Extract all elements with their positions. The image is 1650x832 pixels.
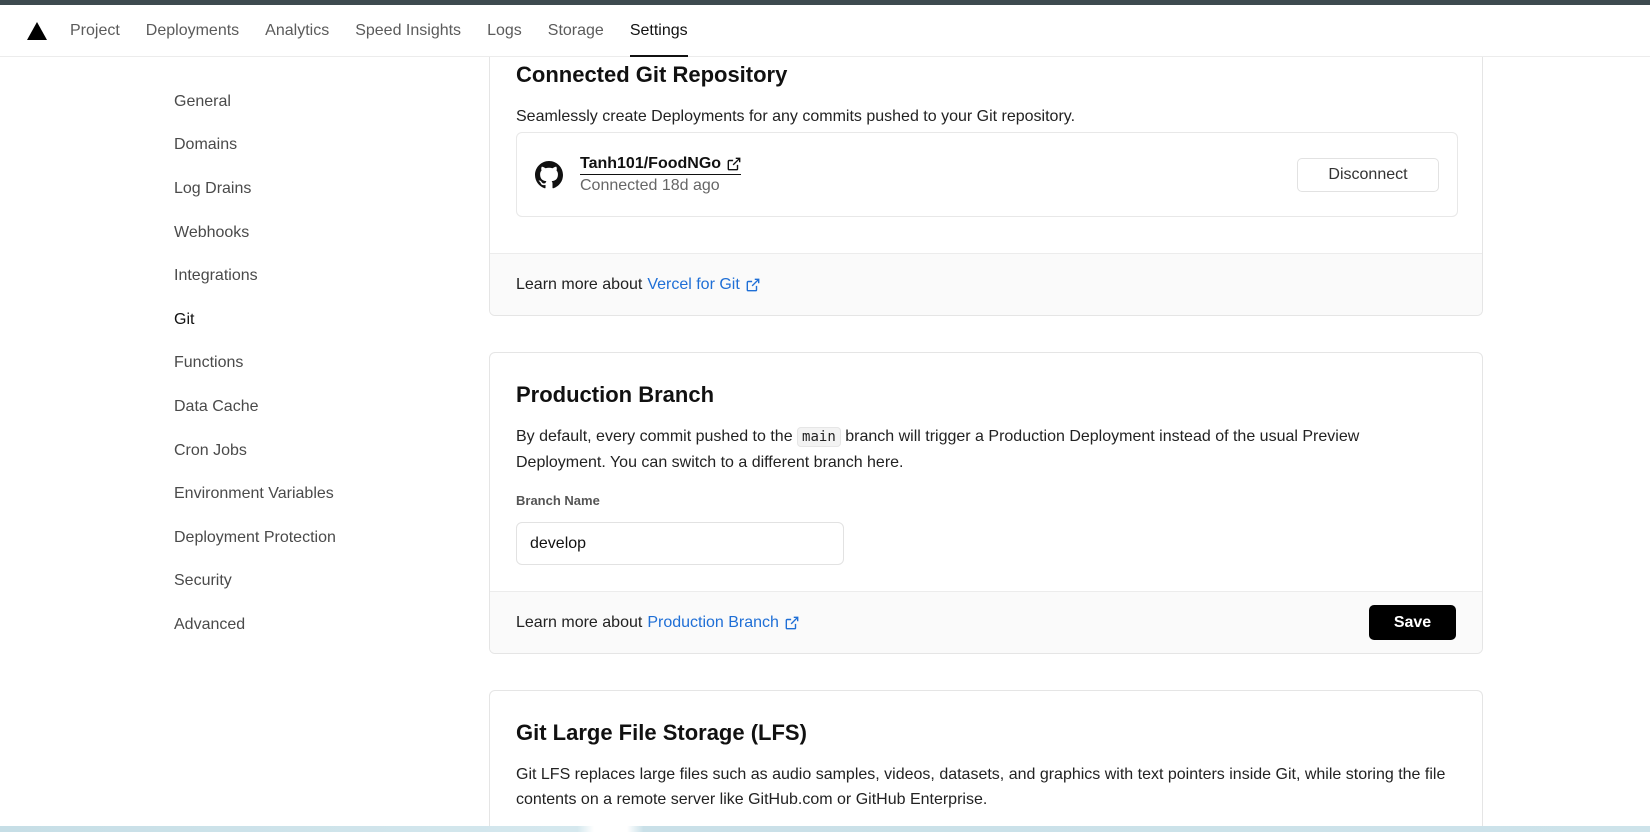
sidebar-item-integrations[interactable]: Integrations <box>174 254 434 298</box>
section-description: Seamlessly create Deployments for any co… <box>516 108 1076 125</box>
sidebar-item-git[interactable]: Git <box>174 298 434 342</box>
production-branch-card: Production Branch By default, every comm… <box>489 352 1483 654</box>
repo-name-text: Tanh101/FoodNGo <box>580 154 722 172</box>
sidebar-item-environment-variables[interactable]: Environment Variables <box>174 472 434 516</box>
top-navigation: Project Deployments Analytics Speed Insi… <box>0 5 1650 57</box>
section-description: By default, every commit pushed to the m… <box>516 424 1416 475</box>
sidebar-item-data-cache[interactable]: Data Cache <box>174 385 434 429</box>
external-link-icon <box>727 157 741 170</box>
disconnect-button[interactable]: Disconnect <box>1297 157 1439 192</box>
tab-project[interactable]: Project <box>70 5 120 57</box>
default-branch-code: main <box>797 427 841 447</box>
production-branch-link[interactable]: Production Branch <box>647 614 799 632</box>
sidebar-item-general[interactable]: General <box>174 80 434 124</box>
sidebar-item-domains[interactable]: Domains <box>174 124 434 168</box>
sidebar-item-log-drains[interactable]: Log Drains <box>174 167 434 211</box>
tab-deployments[interactable]: Deployments <box>146 5 239 57</box>
branch-name-input[interactable] <box>516 522 844 565</box>
section-title: Connected Git Repository <box>516 62 788 87</box>
card-footer: Learn more about Production Branch Save <box>490 591 1482 653</box>
external-link-icon <box>785 616 799 629</box>
vercel-triangle-icon[interactable] <box>26 21 48 41</box>
description-before: By default, every commit pushed to the <box>516 428 793 445</box>
repo-connection-status: Connected 18d ago <box>580 176 720 194</box>
section-title: Production Branch <box>516 382 715 407</box>
vercel-for-git-link[interactable]: Vercel for Git <box>647 275 760 294</box>
branch-name-label: Branch Name <box>516 493 600 508</box>
sidebar-item-functions[interactable]: Functions <box>174 342 434 386</box>
github-icon <box>535 160 563 188</box>
footer-text: Learn more about <box>516 613 643 631</box>
connected-git-repository-card: Connected Git Repository Seamlessly crea… <box>489 48 1483 316</box>
git-lfs-card: Git Large File Storage (LFS) Git LFS rep… <box>489 690 1483 832</box>
external-link-icon <box>746 278 760 291</box>
taskbar-strip <box>0 826 1650 832</box>
tab-speed-insights[interactable]: Speed Insights <box>355 5 461 57</box>
sidebar-item-webhooks[interactable]: Webhooks <box>174 211 434 255</box>
link-text: Production Branch <box>647 613 779 631</box>
settings-sidebar: General Domains Log Drains Webhooks Inte… <box>174 80 434 647</box>
card-footer: Learn more about Vercel for Git <box>490 253 1482 315</box>
repo-info: Tanh101/FoodNGo Connected 18d ago <box>580 154 742 195</box>
sidebar-item-deployment-protection[interactable]: Deployment Protection <box>174 516 434 560</box>
link-text: Vercel for Git <box>647 275 740 293</box>
tab-logs[interactable]: Logs <box>487 5 522 57</box>
section-description: Git LFS replaces large files such as aud… <box>516 766 1446 808</box>
sidebar-item-cron-jobs[interactable]: Cron Jobs <box>174 429 434 473</box>
sidebar-item-security[interactable]: Security <box>174 560 434 604</box>
tab-settings[interactable]: Settings <box>629 5 688 57</box>
tab-analytics[interactable]: Analytics <box>265 5 329 57</box>
tab-storage[interactable]: Storage <box>548 5 604 57</box>
section-title: Git Large File Storage (LFS) <box>516 720 807 745</box>
save-button[interactable]: Save <box>1369 605 1456 640</box>
footer-text: Learn more about <box>516 275 643 293</box>
connected-repo-row: Tanh101/FoodNGo Connected 18d ago Discon… <box>516 132 1458 217</box>
repo-link[interactable]: Tanh101/FoodNGo <box>580 154 742 175</box>
sidebar-item-advanced[interactable]: Advanced <box>174 603 434 647</box>
